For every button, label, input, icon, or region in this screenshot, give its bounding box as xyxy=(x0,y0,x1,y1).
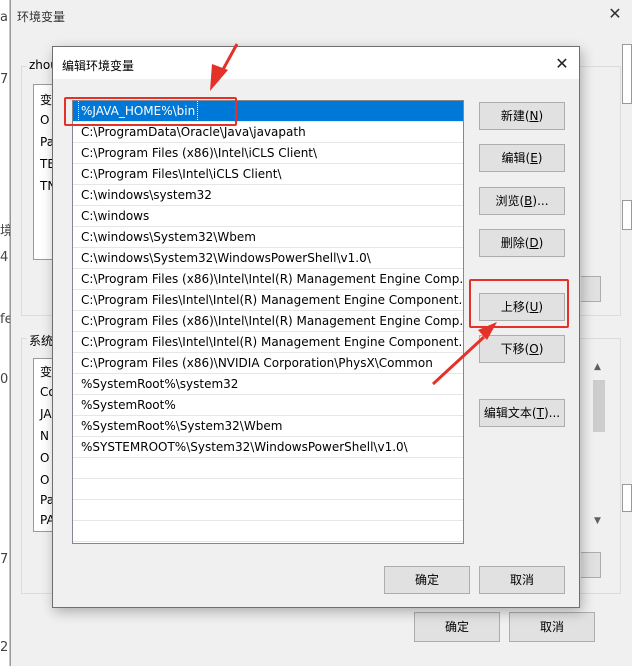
edit-text-button[interactable]: 编辑文本(T)... xyxy=(479,399,565,427)
path-row[interactable]: C:\windows\System32\WindowsPowerShell\v1… xyxy=(73,248,463,269)
path-value: %SystemRoot% xyxy=(81,398,176,412)
path-row[interactable]: C:\Program Files (x86)\NVIDIA Corporatio… xyxy=(73,353,463,374)
path-row[interactable]: C:\windows\system32 xyxy=(73,185,463,206)
new-button[interactable]: 新建(N) xyxy=(479,102,565,130)
edge-char: 2 xyxy=(0,640,9,655)
path-value: C:\Program Files\Intel\Intel(R) Manageme… xyxy=(81,335,463,349)
list-item: 变 xyxy=(40,365,53,379)
empty-row[interactable] xyxy=(73,521,463,542)
path-value: %SystemRoot%\system32 xyxy=(81,377,239,391)
system-variables-list[interactable]: 变 Co JA N O O Pa PA xyxy=(33,358,56,532)
delete-button[interactable]: 删除(D) xyxy=(479,229,565,257)
highlight-box xyxy=(64,97,237,126)
edge-char: 4 xyxy=(0,250,9,265)
window-title: 环境变量 xyxy=(17,10,66,24)
outer-cancel-button[interactable]: 取消 xyxy=(509,612,595,642)
edge-char: a xyxy=(0,10,8,25)
path-row[interactable]: C:\Program Files (x86)\Intel\Intel(R) Ma… xyxy=(73,269,463,290)
empty-row[interactable] xyxy=(73,479,463,500)
path-value: C:\windows xyxy=(81,209,150,223)
empty-row[interactable] xyxy=(73,500,463,521)
path-row[interactable]: C:\Program Files (x86)\Intel\iCLS Client… xyxy=(73,143,463,164)
background-window-edge xyxy=(622,44,632,104)
system-list-scrollbar[interactable]: ▲ ▼ xyxy=(591,360,607,530)
list-item: O xyxy=(40,113,50,127)
empty-row[interactable] xyxy=(73,458,463,479)
path-value: C:\Program Files (x86)\Intel\iCLS Client… xyxy=(81,146,318,160)
highlight-box xyxy=(469,279,569,328)
user-variables-list[interactable]: 变 O Pa TE TN xyxy=(33,84,56,260)
path-value: C:\ProgramData\Oracle\Java\javapath xyxy=(81,125,306,139)
list-item: 变 xyxy=(40,93,53,107)
close-icon[interactable]: ✕ xyxy=(549,51,575,77)
background-window-edge: a 7 境 4 fe 0 7 2 xyxy=(0,0,13,666)
outer-ok-button[interactable]: 确定 xyxy=(414,612,500,642)
path-list[interactable]: %JAVA_HOME%\bin C:\ProgramData\Oracle\Jav… xyxy=(72,100,464,544)
path-row[interactable]: C:\Program Files (x86)\Intel\Intel(R) Ma… xyxy=(73,311,463,332)
path-value: C:\windows\system32 xyxy=(81,188,212,202)
list-item: JA xyxy=(40,407,52,421)
system-variables-button[interactable] xyxy=(581,552,601,578)
path-row[interactable]: %SystemRoot% xyxy=(73,395,463,416)
browse-button[interactable]: 浏览(B)... xyxy=(479,187,565,215)
path-row[interactable]: %SYSTEMROOT%\System32\WindowsPowerShell\… xyxy=(73,437,463,458)
path-value: C:\Program Files (x86)\NVIDIA Corporatio… xyxy=(81,356,433,370)
scroll-down-icon[interactable]: ▼ xyxy=(594,516,601,526)
path-row[interactable]: C:\windows xyxy=(73,206,463,227)
scrollbar-thumb[interactable] xyxy=(593,380,605,432)
path-value: C:\Program Files (x86)\Intel\Intel(R) Ma… xyxy=(81,272,463,286)
move-down-button[interactable]: 下移(O) xyxy=(479,335,565,363)
path-value: C:\Program Files\Intel\Intel(R) Manageme… xyxy=(81,293,463,307)
path-value: C:\Program Files\Intel\iCLS Client\ xyxy=(81,167,282,181)
close-icon[interactable]: ✕ xyxy=(603,2,627,26)
list-item: O xyxy=(40,473,50,487)
path-row[interactable]: C:\windows\System32\Wbem xyxy=(73,227,463,248)
path-value: %SYSTEMROOT%\System32\WindowsPowerShell\… xyxy=(81,440,408,454)
path-row[interactable]: %SystemRoot%\system32 xyxy=(73,374,463,395)
path-value: C:\windows\System32\Wbem xyxy=(81,230,256,244)
path-value: C:\Program Files (x86)\Intel\Intel(R) Ma… xyxy=(81,314,463,328)
edge-char: 0 xyxy=(0,372,9,387)
dialog-title: 编辑环境变量 xyxy=(62,59,135,73)
path-value: C:\windows\System32\WindowsPowerShell\v1… xyxy=(81,251,371,265)
dialog-titlebar: 编辑环境变量 ✕ xyxy=(53,47,579,79)
path-row[interactable]: C:\Program Files\Intel\Intel(R) Manageme… xyxy=(73,332,463,353)
edit-button[interactable]: 编辑(E) xyxy=(479,144,565,172)
scroll-up-icon[interactable]: ▲ xyxy=(594,362,601,372)
edge-char: 7 xyxy=(0,552,9,567)
background-window-edge xyxy=(622,484,632,512)
path-row[interactable]: C:\Program Files\Intel\iCLS Client\ xyxy=(73,164,463,185)
cancel-button[interactable]: 取消 xyxy=(479,566,565,594)
path-row[interactable]: C:\Program Files\Intel\Intel(R) Manageme… xyxy=(73,290,463,311)
list-item: N xyxy=(40,429,49,443)
path-row[interactable]: %SystemRoot%\System32\Wbem xyxy=(73,416,463,437)
edge-char: 7 xyxy=(0,72,9,87)
system-variables-label: 系统 xyxy=(27,332,56,349)
list-item: O xyxy=(40,451,50,465)
user-variables-button[interactable] xyxy=(581,276,601,302)
ok-button[interactable]: 确定 xyxy=(384,566,470,594)
background-window-edge xyxy=(622,200,632,230)
path-value: %SystemRoot%\System32\Wbem xyxy=(81,419,283,433)
